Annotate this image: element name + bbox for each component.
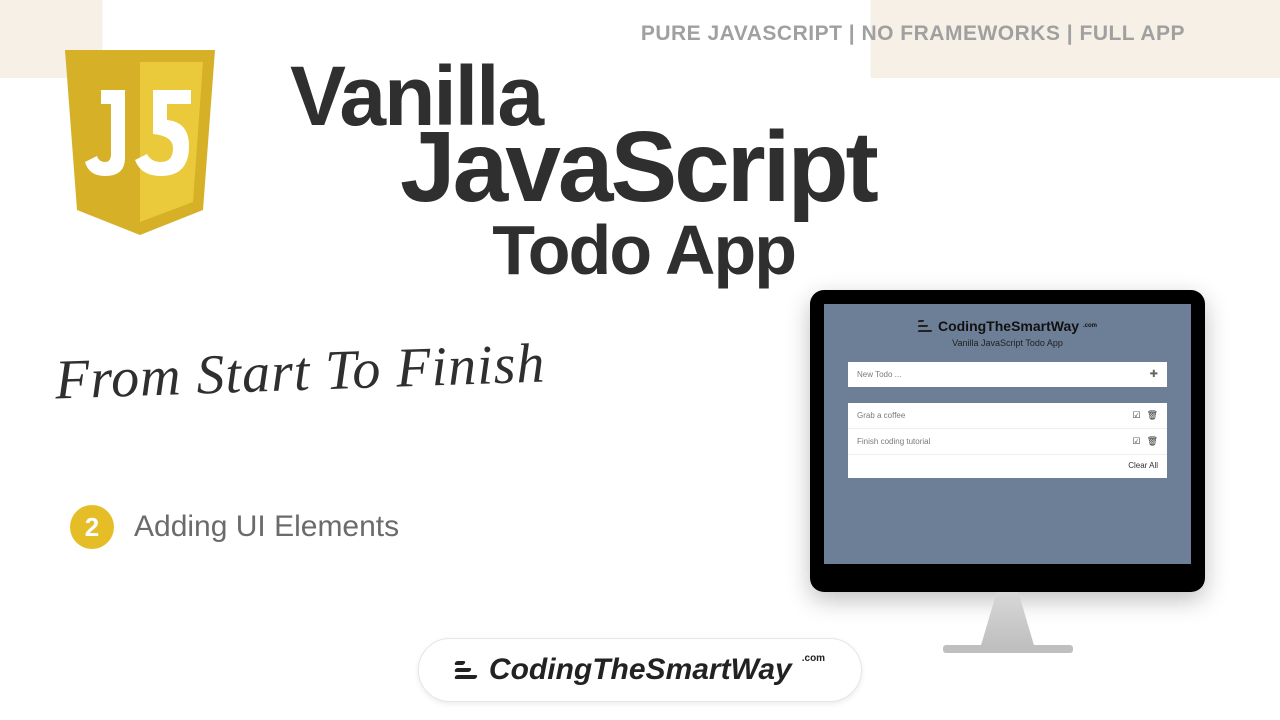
screen-brand: CodingTheSmartWay .com	[918, 318, 1097, 334]
speed-lines-icon	[455, 661, 477, 679]
check-icon[interactable]: ☑	[1132, 436, 1140, 447]
new-todo-input[interactable]: New Todo ... ✚	[848, 362, 1167, 387]
title-line-3: Todo App	[492, 210, 795, 290]
monitor-screen: CodingTheSmartWay .com Vanilla JavaScript…	[824, 304, 1191, 564]
todo-item-text: Finish coding tutorial	[857, 437, 930, 446]
clear-all-button[interactable]: Clear All	[848, 455, 1167, 478]
javascript-logo-icon	[55, 40, 225, 240]
speed-lines-icon	[918, 320, 932, 332]
trash-icon[interactable]: 🗑	[1147, 436, 1158, 447]
brand-tld: .com	[802, 653, 825, 664]
todo-list: Grab a coffee ☑ 🗑 Finish coding tutorial…	[848, 403, 1167, 478]
step-row: 2 Adding UI Elements	[70, 505, 399, 549]
add-icon[interactable]: ✚	[1150, 369, 1158, 380]
step-label: Adding UI Elements	[134, 510, 399, 544]
trash-icon[interactable]: 🗑	[1147, 410, 1158, 421]
app-preview-monitor: CodingTheSmartWay .com Vanilla JavaScript…	[810, 290, 1205, 653]
brand-pill: CodingTheSmartWay .com	[418, 638, 862, 702]
todo-item[interactable]: Grab a coffee ☑ 🗑	[848, 403, 1167, 429]
step-number-badge: 2	[70, 505, 114, 549]
title-line-2: JavaScript	[400, 110, 876, 225]
subtitle-text: From Start To Finish	[54, 331, 546, 412]
new-todo-placeholder: New Todo ...	[857, 370, 901, 379]
monitor-frame: CodingTheSmartWay .com Vanilla JavaScript…	[810, 290, 1205, 592]
monitor-stand	[963, 592, 1053, 647]
brand-name: CodingTheSmartWay	[489, 653, 792, 687]
check-icon[interactable]: ☑	[1132, 410, 1140, 421]
screen-brand-name: CodingTheSmartWay	[938, 318, 1079, 334]
todo-item-text: Grab a coffee	[857, 411, 905, 420]
tagline-text: PURE JAVASCRIPT | NO FRAMEWORKS | FULL A…	[641, 22, 1185, 46]
todo-item[interactable]: Finish coding tutorial ☑ 🗑	[848, 429, 1167, 455]
screen-app-title: Vanilla JavaScript Todo App	[952, 338, 1063, 348]
screen-brand-tld: .com	[1083, 323, 1097, 329]
